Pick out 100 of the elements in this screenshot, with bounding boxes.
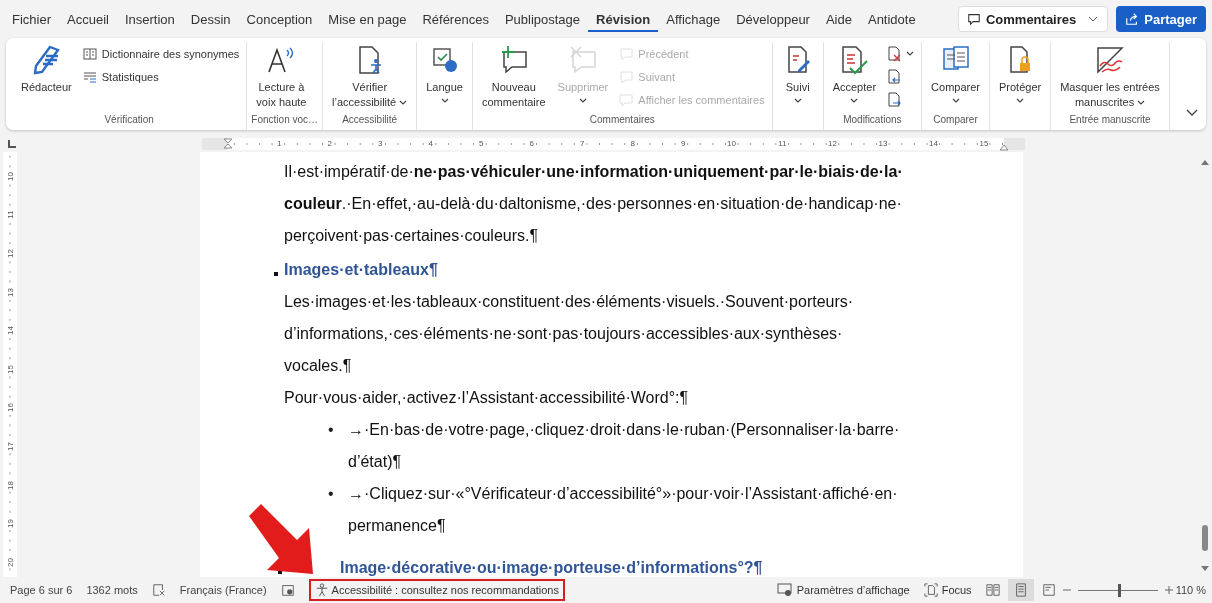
ribbon-tab[interactable]: Mise en page	[320, 7, 415, 31]
ribbon-tab[interactable]: Révision	[588, 6, 659, 32]
share-icon	[1125, 12, 1140, 26]
ribbon-tab[interactable]: Dessin	[182, 7, 239, 31]
accessibility-icon	[314, 583, 329, 597]
ruler-number: 10	[727, 139, 736, 149]
ribbon-button[interactable]: Langue	[421, 42, 468, 130]
text-line: d’informations,·ces·éléments·ne·sont·pas·toujours·accessibles·aux·synthèses·	[284, 325, 843, 342]
ruler-number: 12	[5, 249, 15, 258]
ribbon-tab[interactable]: Publipostage	[496, 7, 589, 31]
ribbon-tab[interactable]: Insertion	[116, 7, 183, 31]
print-layout-button[interactable]	[1007, 579, 1034, 601]
ruler-number: 6	[529, 139, 534, 149]
proofing-icon[interactable]	[151, 583, 166, 597]
ruler-number: 11	[778, 139, 787, 149]
text-line: Pour·vous·aider,·activez·l’Assistant·accessibilité·Word°:¶	[284, 389, 689, 406]
group-label: Fonction voc…	[251, 113, 319, 127]
display-settings-icon	[776, 583, 793, 597]
text-line: →·En·bas·de·votre·page,·cliquez·droit·dans·le·ruban·(Personnaliser·la·barre·	[348, 421, 900, 438]
text-line: Les·images·et·les·tableaux·constituent·des·éléments·visuels.·Souvent·porteurs·	[284, 293, 854, 310]
ribbon-button[interactable]: Comparer	[926, 42, 985, 112]
ruler-number: 19	[5, 519, 15, 529]
scroll-down-icon[interactable]	[1200, 565, 1210, 573]
ruler-number: 13	[5, 287, 15, 297]
ruler-number: 15	[5, 364, 15, 374]
ruler-number: 18	[5, 480, 15, 490]
ribbon-button[interactable]: Masquer les entrées manuscrites	[1055, 42, 1165, 112]
ribbon-tab[interactable]: Conception	[238, 7, 321, 31]
zoom-level[interactable]: 110 %	[1175, 584, 1206, 596]
ruler-number: 5	[479, 139, 484, 149]
text-line: d’état)¶	[348, 453, 402, 470]
comments-button[interactable]: Commentaires	[957, 6, 1109, 32]
text-line: permanence¶	[348, 517, 446, 534]
ruler-number: 3	[378, 139, 383, 149]
predictions-icon[interactable]	[280, 583, 295, 597]
ruler-number: 14	[929, 139, 938, 149]
statistics-icon	[81, 69, 98, 85]
ruler-number: 16	[5, 403, 15, 413]
ruler-number: 13	[878, 139, 888, 149]
scroll-up-icon[interactable]	[1200, 158, 1210, 166]
indent-marker-icon[interactable]	[223, 138, 233, 150]
ribbon-button[interactable]: Rédacteur	[16, 42, 77, 112]
page-icon	[1013, 583, 1028, 597]
page-count[interactable]: Page 6 sur 6	[10, 584, 73, 596]
group-label: Accessibilité	[341, 113, 399, 127]
text-line: perçoivent·pas·certaines·couleurs.¶	[284, 227, 539, 244]
ruler-number: 11	[5, 210, 15, 220]
ruler-number: 1	[277, 139, 282, 149]
ruler-number: 7	[580, 139, 585, 149]
ribbon-tab[interactable]: Références	[414, 7, 497, 31]
zoom-in-icon[interactable]	[1163, 585, 1174, 595]
ruler-number: 4	[428, 139, 433, 149]
ink-icon	[1094, 44, 1126, 76]
ribbon-tab[interactable]: Développeur	[728, 7, 818, 31]
reject-icon	[886, 46, 903, 62]
ribbon-tab[interactable]: Affichage	[658, 7, 729, 31]
group-label: Vérification	[103, 113, 155, 127]
language-status[interactable]: Français (France)	[179, 584, 267, 596]
book-icon	[81, 46, 98, 62]
group-label: Modifications	[842, 113, 903, 127]
ribbon-button[interactable]: Vérifier l’accessibilité	[327, 42, 413, 112]
ribbon-tab[interactable]: Fichier	[4, 7, 59, 31]
ribbon-tab[interactable]: Antidote	[859, 7, 924, 31]
comment-icon	[618, 92, 635, 108]
scrollbar-thumb[interactable]	[1202, 525, 1208, 551]
ruler-number: 8	[630, 139, 635, 149]
tab-selector-icon[interactable]	[8, 140, 16, 148]
group-label: Entrée manuscrite	[1068, 113, 1152, 127]
ribbon-button[interactable]: Lecture à voix haute	[251, 42, 312, 112]
ribbon-button[interactable]: Accepter	[827, 42, 882, 112]
text-line: Il·est·impératif·de·ne·pas·véhiculer·une·information·uniquement·par·le·biais·de·la·	[284, 163, 903, 180]
share-button[interactable]: Partager	[1116, 6, 1206, 32]
previous-change-icon	[886, 69, 903, 85]
caret-icon	[1137, 100, 1146, 107]
ribbon-button[interactable]: Protéger	[994, 42, 1047, 130]
web-page-icon	[1041, 583, 1056, 597]
ribbon-button[interactable]: Dictionnaire des synonymes	[78, 44, 243, 64]
paragraph-mark-icon	[274, 272, 278, 276]
caret-icon	[399, 100, 408, 107]
ribbon-button[interactable]: Statistiques	[78, 67, 243, 87]
accessibility-status[interactable]: Accessibilité : consultez nos recommandations	[308, 579, 565, 601]
text-line: couleur.·En·effet,·au-delà·du·daltonisme,·des·personnes·en·situation·de·handicap·ne·	[284, 195, 902, 212]
ribbon-button[interactable]: Nouveau commentaire	[476, 42, 551, 112]
ruler-number: 2	[327, 139, 332, 149]
ruler-number: 20	[5, 557, 15, 567]
ruler-number: 17	[5, 442, 15, 451]
ribbon-tab[interactable]: Accueil	[59, 7, 117, 31]
ribbon-tab[interactable]: Aide	[817, 7, 860, 31]
focus-button[interactable]: Focus	[923, 583, 972, 597]
chevron-icon	[1186, 109, 1198, 117]
next-comment-icon	[618, 69, 635, 85]
text-line: vocales.¶	[284, 357, 352, 374]
text-line: →·Cliquez·sur·«°Vérificateur·d’accessibilité°»·pour·voir·l’Assistant·affiché·en·	[348, 485, 898, 502]
ruler-number: 15	[979, 139, 989, 149]
ruler-number: 12	[828, 139, 837, 149]
book-icon	[985, 583, 1000, 597]
word-count[interactable]: 1362 mots	[86, 584, 138, 596]
ribbon-button[interactable]: Suivi	[776, 42, 819, 130]
previous-comment-icon	[618, 46, 635, 62]
display-settings-button[interactable]: Paramètres d’affichage	[776, 583, 910, 597]
